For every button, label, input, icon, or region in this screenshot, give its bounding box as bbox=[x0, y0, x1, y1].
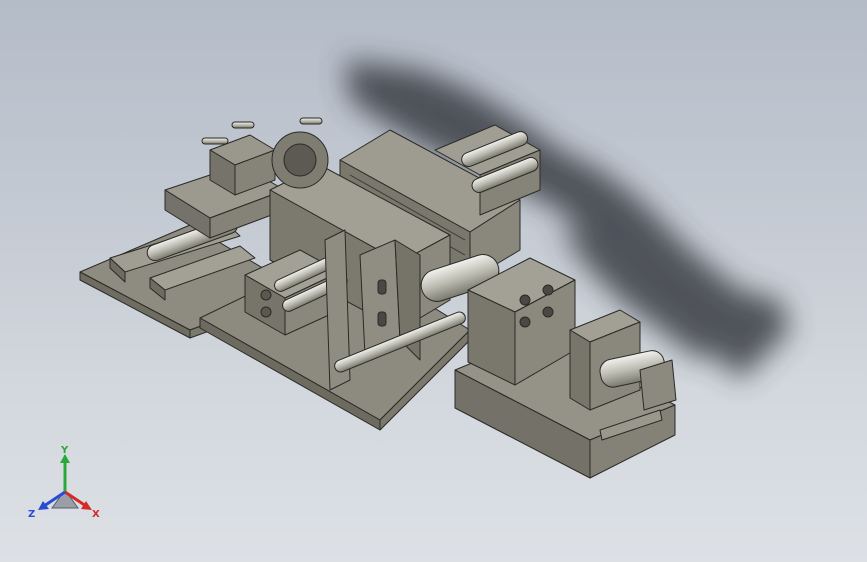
orientation-triad[interactable]: Y X Z bbox=[22, 446, 108, 526]
y-axis-arrow-icon bbox=[60, 454, 70, 492]
z-axis-label: Z bbox=[28, 509, 35, 520]
y-axis-label: Y bbox=[60, 446, 69, 456]
left-slide-carriage bbox=[164, 134, 286, 239]
model-viewport[interactable] bbox=[0, 0, 867, 562]
x-axis-label: X bbox=[92, 509, 100, 520]
